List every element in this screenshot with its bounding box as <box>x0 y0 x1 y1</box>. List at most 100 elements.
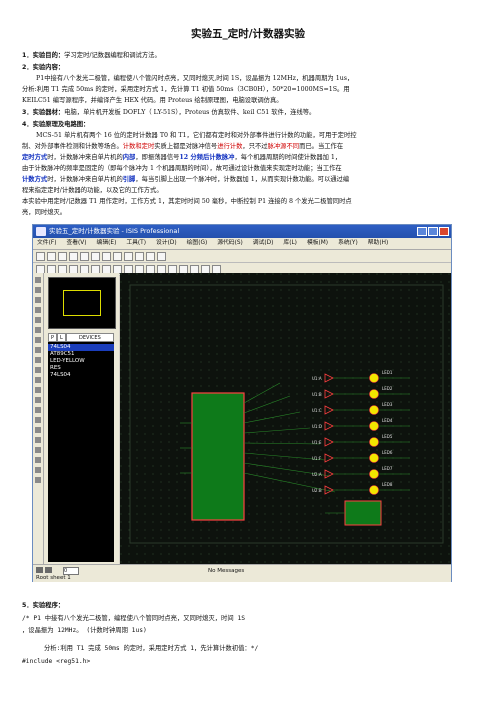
device-header: P L DEVICES <box>48 333 114 342</box>
zoom-out-icon[interactable] <box>135 251 144 261</box>
menu-view[interactable]: 查看(V) <box>66 238 86 249</box>
text-run: 时，计数脉冲来自单片机的 <box>47 176 123 183</box>
arc-icon[interactable] <box>35 447 41 453</box>
led-yellow-icon[interactable] <box>369 437 379 447</box>
mirror-icon[interactable] <box>35 477 41 483</box>
menu-help[interactable]: 帮助(H) <box>368 238 388 249</box>
paragraph-line: P1中接有八个发光二极管，编程使八个管闪时点亮，又同时熄灭,时间 1S，设晶振为… <box>36 75 354 82</box>
text-run: ，每个机器周期的时间使计数器加 1， <box>234 154 342 161</box>
box-icon[interactable] <box>35 427 41 433</box>
line-icon[interactable] <box>35 417 41 423</box>
rotate-icon[interactable] <box>35 467 41 473</box>
pin-icon[interactable] <box>35 357 41 363</box>
mcu-chip[interactable] <box>191 392 245 521</box>
print-icon[interactable] <box>69 251 78 261</box>
led-label: LED5 <box>382 434 393 439</box>
step-icon[interactable] <box>45 567 52 573</box>
junction-icon[interactable] <box>35 297 41 303</box>
tape-icon[interactable] <box>35 377 41 383</box>
menu-file[interactable]: 文件(F) <box>37 238 56 249</box>
subcircuit-icon[interactable] <box>35 337 41 343</box>
path-icon[interactable] <box>35 457 41 463</box>
section-text: 电脑，单片机开发板 DOFLY（ LY-51S），Proteus 仿真软件、ke… <box>64 109 316 116</box>
zoom-all-icon[interactable] <box>146 251 155 261</box>
led-label: LED3 <box>382 402 393 407</box>
component-icon[interactable] <box>35 287 41 293</box>
close-icon[interactable] <box>439 227 449 236</box>
section-heading: 5．实验程序： <box>22 602 65 609</box>
led-yellow-icon[interactable] <box>369 469 379 479</box>
step-count[interactable]: 0 <box>63 567 79 575</box>
menu-graph[interactable]: 绘图(G) <box>187 238 208 249</box>
led-label: LED8 <box>382 482 393 487</box>
open-icon[interactable] <box>47 251 56 261</box>
new-icon[interactable] <box>36 251 45 261</box>
schematic-canvas[interactable]: U1:A LED1 U1:B LED2 U1:C LED3 U1:D LED4 U1:E LED5… <box>120 273 451 564</box>
device-item[interactable]: AT89C51 <box>48 351 114 358</box>
grid-icon[interactable] <box>91 251 100 261</box>
code-line: /* P1 中接有八个发光二极管，编程使八个管同时点亮，又同时熄灭，时间 1S <box>22 615 246 622</box>
menu-tools[interactable]: 工具(T) <box>126 238 146 249</box>
circle-icon[interactable] <box>35 437 41 443</box>
isis-screenshot: 实验五_定时/计数器实验 - ISIS Professional 文件(F) 查… <box>32 224 452 582</box>
highlight-blue: 计数方式 <box>22 176 48 183</box>
gate-label: U1:B <box>312 392 322 397</box>
menu-source[interactable]: 源代码(S) <box>217 238 243 249</box>
text-run: 时，计数脉冲来自单片机的 <box>47 154 123 161</box>
select-icon[interactable] <box>35 277 41 283</box>
led-yellow-icon[interactable] <box>369 389 379 399</box>
play-icon[interactable] <box>36 567 43 573</box>
led-yellow-icon[interactable] <box>369 405 379 415</box>
maximize-icon[interactable] <box>428 227 438 236</box>
probe-icon[interactable] <box>35 397 41 403</box>
generator-icon[interactable] <box>35 387 41 393</box>
highlight-blue: 内部 <box>122 154 136 161</box>
pick-device-button[interactable]: P <box>48 333 58 342</box>
overview-preview[interactable] <box>48 277 116 329</box>
led-yellow-icon[interactable] <box>369 453 379 463</box>
menu-design[interactable]: 设计(D) <box>156 238 177 249</box>
minimize-icon[interactable] <box>417 227 427 236</box>
devices-label: DEVICES <box>65 333 114 342</box>
sheet-name: Root sheet 1 <box>36 575 71 581</box>
device-item[interactable]: 74LS04 <box>48 372 114 379</box>
device-item[interactable]: LED-YELLOW <box>48 358 114 365</box>
led-yellow-icon[interactable] <box>369 421 379 431</box>
menu-edit[interactable]: 编辑(E) <box>97 238 117 249</box>
menu-bar: 文件(F) 查看(V) 编辑(E) 工具(T) 设计(D) 绘图(G) 源代码(… <box>33 238 451 250</box>
paragraph-line: KEILC51 编写源程序，并编译产生 HEX 代码。用 Proteus 绘制原… <box>22 97 283 104</box>
terminal-icon[interactable] <box>35 347 41 353</box>
led-yellow-icon[interactable] <box>369 373 379 383</box>
text-icon[interactable] <box>35 317 41 323</box>
paragraph-line: 定时方式时，计数脉冲来自单片机的内部，即振荡器信号12 分频后计数脉冲，每个机器… <box>22 153 474 163</box>
refresh-icon[interactable] <box>80 251 89 261</box>
toolbar-1 <box>33 250 451 263</box>
origin-icon[interactable] <box>102 251 111 261</box>
label-icon[interactable] <box>35 307 41 313</box>
led-yellow-icon[interactable] <box>369 485 379 495</box>
bus-icon[interactable] <box>35 327 41 333</box>
inverter-chip[interactable] <box>344 500 382 526</box>
led-label: LED7 <box>382 466 393 471</box>
device-item[interactable]: RES <box>48 365 114 372</box>
graph-icon[interactable] <box>35 367 41 373</box>
save-icon[interactable] <box>58 251 67 261</box>
zoom-area-icon[interactable] <box>157 251 166 261</box>
menu-system[interactable]: 系统(Y) <box>338 238 358 249</box>
menu-library[interactable]: 库(L) <box>283 238 297 249</box>
section-heading: 1．实验目的： <box>22 52 65 59</box>
instrument-icon[interactable] <box>35 407 41 413</box>
section-content-heading: 2．实验内容： <box>22 63 474 73</box>
zoom-in-icon[interactable] <box>124 251 133 261</box>
menu-template[interactable]: 模板(M) <box>307 238 328 249</box>
mode-toolbar <box>33 273 44 564</box>
code-line: ，设晶振为 12MHz。 (计数时钟周期 1us) <box>22 627 147 634</box>
pan-icon[interactable] <box>113 251 122 261</box>
device-item[interactable]: 74LS04 <box>48 344 114 351</box>
highlight-red: 计数和定时 <box>122 143 155 150</box>
menu-debug[interactable]: 调试(D) <box>253 238 274 249</box>
library-button[interactable]: L <box>57 333 66 342</box>
paragraph-line: MCS-51 单片机有两个 16 位的定时计数器 T0 和 T1，它们都有定时和… <box>36 132 357 139</box>
code-line: #include <reg51.h> <box>22 658 91 665</box>
window-titlebar: 实验五_定时/计数器实验 - ISIS Professional <box>33 225 451 238</box>
